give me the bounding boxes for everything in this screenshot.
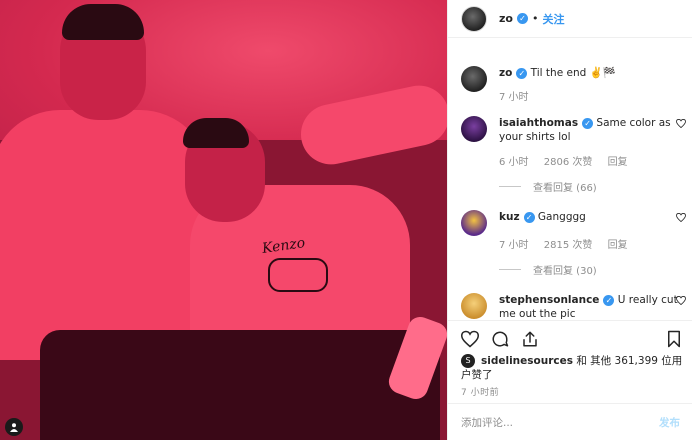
verified-badge-icon: ✓ — [516, 67, 528, 79]
post-header: zo ✓ • 关注 — [448, 0, 692, 38]
comment-text: Til the end ✌️🏁 — [530, 67, 616, 79]
caption-comment: zo ✓ Til the end ✌️🏁 7 小时 — [461, 66, 686, 106]
user-tags-icon[interactable] — [5, 418, 23, 436]
add-comment-input[interactable]: 添加评论... — [461, 415, 659, 430]
view-replies-button[interactable]: 查看回复 (66) — [499, 179, 597, 194]
commenter-username[interactable]: zo — [499, 67, 512, 79]
share-icon[interactable] — [521, 330, 539, 348]
reply-button[interactable]: 回复 — [608, 157, 628, 168]
verified-badge-icon: ✓ — [582, 117, 594, 129]
like-comment-heart-icon[interactable] — [676, 119, 686, 128]
liker-username[interactable]: sidelinesources — [481, 355, 573, 367]
verified-badge-icon: ✓ — [516, 13, 528, 24]
comment-likes-count[interactable]: 2806 次赞 — [544, 157, 593, 168]
comment-item: kuz ✓ Gangggg 7 小时 2815 次赞 回复 查看回复 (30) — [461, 210, 686, 290]
comment-text: Gangggg — [537, 211, 586, 223]
comment-time: 7 小时 — [499, 240, 529, 251]
comments-list[interactable]: zo ✓ Til the end ✌️🏁 7 小时 isaiahthomas ✓ S… — [448, 38, 692, 320]
author-username[interactable]: zo — [499, 12, 513, 25]
comment-item: isaiahthomas ✓ Same color as your shirts … — [461, 116, 686, 196]
instagram-post-modal: Kenzo zo ✓ • 关注 zo ✓ Til the end ✌️🏁 7 小… — [0, 0, 692, 440]
comment-item: stephensonlance ✓ U really cut me out the… — [461, 293, 686, 320]
verified-badge-icon: ✓ — [523, 211, 535, 223]
like-heart-icon[interactable] — [461, 330, 479, 348]
follow-button[interactable]: 关注 — [542, 11, 564, 27]
commenter-avatar[interactable] — [461, 293, 487, 319]
commenter-avatar[interactable] — [461, 66, 487, 92]
post-sidebar: zo ✓ • 关注 zo ✓ Til the end ✌️🏁 7 小时 isai… — [447, 0, 692, 440]
view-replies-label: 查看回复 (30) — [533, 266, 597, 277]
separator-dot: • — [531, 12, 539, 25]
commenter-avatar[interactable] — [461, 210, 487, 236]
like-comment-heart-icon[interactable] — [676, 296, 686, 305]
likes-summary: Ssidelinesources 和 其他 361,399 位用户赞了 — [461, 354, 683, 382]
comment-likes-count[interactable]: 2815 次赞 — [544, 240, 593, 251]
comment-time: 7 小时 — [499, 92, 529, 103]
post-comment-button[interactable]: 发布 — [659, 415, 680, 430]
save-bookmark-icon[interactable] — [665, 330, 683, 348]
verified-badge-icon: ✓ — [603, 294, 615, 306]
reply-button[interactable]: 回复 — [608, 240, 628, 251]
post-timestamp[interactable]: 7 小时前 — [461, 385, 499, 398]
commenter-avatar[interactable] — [461, 116, 487, 142]
commenter-username[interactable]: isaiahthomas — [499, 117, 578, 129]
post-photo[interactable]: Kenzo — [0, 0, 447, 440]
comment-time: 6 小时 — [499, 157, 529, 168]
commenter-username[interactable]: stephensonlance — [499, 294, 599, 306]
view-replies-button[interactable]: 查看回复 (30) — [499, 262, 597, 277]
comment-bubble-icon[interactable] — [491, 330, 509, 348]
add-comment-bar: 添加评论... 发布 — [448, 403, 692, 440]
commenter-username[interactable]: kuz — [499, 211, 520, 223]
author-avatar[interactable] — [461, 5, 487, 32]
like-comment-heart-icon[interactable] — [676, 213, 686, 222]
liker-avatar-icon: S — [461, 354, 475, 368]
view-replies-label: 查看回复 (66) — [533, 183, 597, 194]
